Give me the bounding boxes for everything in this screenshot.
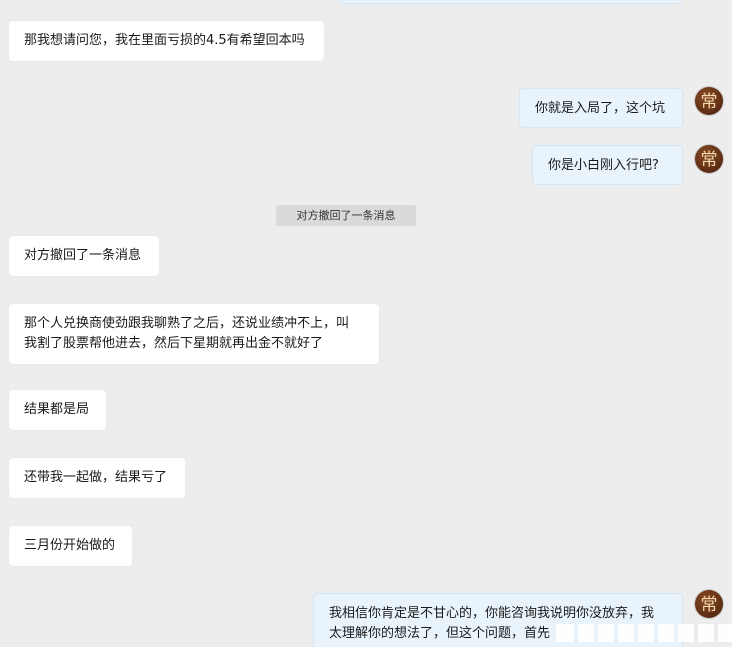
svg-text:常: 常 [701, 92, 718, 112]
chat-window: 那我想请问您，我在里面亏损的4.5有希望回本吗 你就是入局了，这个坑 常 你是小… [0, 0, 732, 647]
message-bubble-incoming: 结果都是局 [9, 390, 106, 430]
user-avatar[interactable]: 常 [695, 145, 723, 173]
calligraphy-avatar-icon: 常 [701, 92, 718, 112]
message-bubble-outgoing: 你是小白刚入行吧? [532, 145, 683, 185]
calligraphy-avatar-icon: 常 [701, 150, 718, 170]
message-bubble-incoming: 那我想请问您，我在里面亏损的4.5有希望回本吗 [9, 21, 324, 61]
svg-text:常: 常 [701, 595, 718, 615]
partial-outgoing-bubble [340, 0, 683, 4]
message-bubble-incoming: 那个人兑换商使劲跟我聊熟了之后，还说业绩冲不上，叫 我割了股票帮他进去，然后下星… [9, 304, 379, 364]
recall-notice: 对方撤回了一条消息 [276, 205, 416, 226]
message-bubble-incoming: 三月份开始做的 [9, 526, 132, 566]
svg-text:常: 常 [701, 150, 718, 170]
message-bubble-incoming: 还带我一起做，结果亏了 [9, 458, 185, 498]
watermark-overlay [556, 624, 732, 642]
user-avatar[interactable]: 常 [695, 590, 723, 618]
message-bubble-incoming: 对方撤回了一条消息 [9, 236, 159, 276]
message-bubble-outgoing: 你就是入局了，这个坑 [519, 88, 683, 128]
calligraphy-avatar-icon: 常 [701, 595, 718, 615]
user-avatar[interactable]: 常 [695, 87, 723, 115]
